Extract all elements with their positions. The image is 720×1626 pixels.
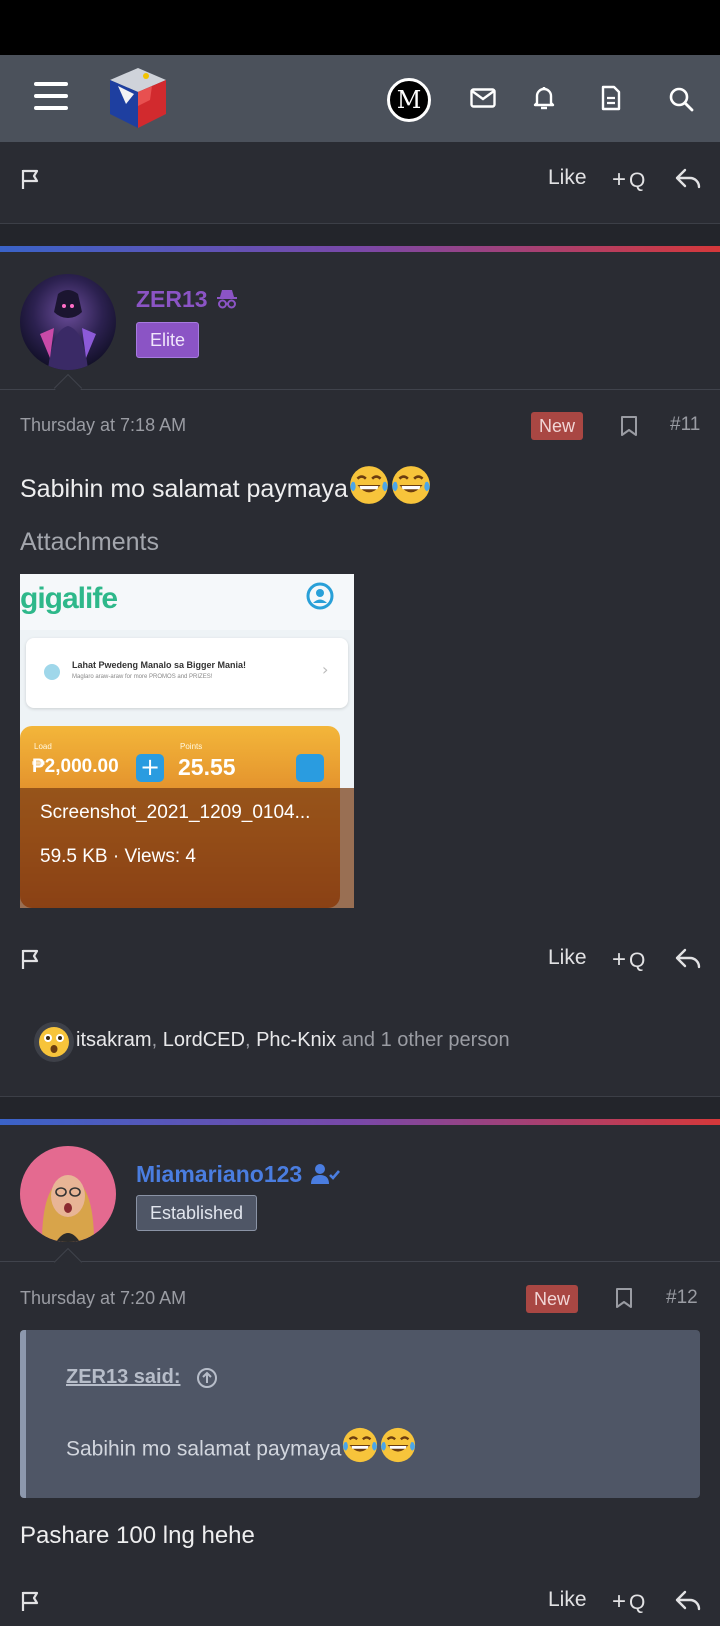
bookmark-icon[interactable]	[620, 415, 638, 437]
reply-icon[interactable]	[674, 1588, 702, 1614]
reaction-user[interactable]: LordCED	[163, 1029, 245, 1051]
quote-text: Sabihin mo salamat paymaya	[66, 1426, 417, 1464]
tears-of-joy-emoji	[379, 1426, 417, 1464]
post-separator	[0, 224, 720, 246]
tears-of-joy-emoji	[341, 1426, 379, 1464]
arrow-up-circle-icon[interactable]	[196, 1367, 218, 1389]
post-12-new-badge: New	[526, 1285, 579, 1313]
post-12-role-badge: Established	[136, 1195, 258, 1231]
thumb-points-value: 25.55	[178, 754, 236, 780]
mail-icon[interactable]	[470, 88, 496, 108]
zer13-avatar[interactable]	[20, 274, 116, 370]
gift-icon	[296, 754, 324, 782]
chevron-right-icon: ›	[322, 660, 329, 679]
post-12-number[interactable]: #12	[666, 1287, 698, 1309]
report-flag-icon[interactable]	[20, 168, 42, 190]
reply-icon[interactable]	[674, 946, 702, 972]
search-icon[interactable]	[668, 86, 694, 112]
tears-of-joy-emoji	[390, 464, 432, 506]
reaction-list: itsakram, LordCED, Phc-Knix and 1 other …	[76, 1029, 510, 1052]
thumb-promo-subtext: Maglaro araw-araw for more PROMOS and PR…	[72, 674, 213, 680]
quote-text-content: Sabihin mo salamat paymaya	[66, 1437, 342, 1461]
plus-icon: +	[136, 754, 164, 782]
thumb-app-name: gigalife	[20, 582, 118, 615]
thumb-promo-banner: Lahat Pwedeng Manalo sa Bigger Mania! Ma…	[26, 638, 348, 708]
status-bar	[0, 0, 720, 55]
post-11-username[interactable]: ZER13	[136, 286, 238, 313]
verified-user-icon	[310, 1164, 340, 1184]
bookmark-icon[interactable]	[615, 1287, 633, 1309]
multiquote-button[interactable]: + Q	[612, 1588, 645, 1616]
attachments-heading: Attachments	[20, 528, 159, 556]
post-11-role-badge: Elite	[136, 322, 200, 358]
tears-of-joy-emoji	[348, 464, 390, 506]
reply-icon[interactable]	[674, 166, 702, 192]
incognito-icon	[216, 290, 237, 309]
post-11-message-text: Sabihin mo salamat paymaya	[20, 474, 348, 503]
multiquote-label: Q	[629, 949, 646, 972]
post-12-actions: Like + Q	[0, 1578, 720, 1626]
like-button[interactable]: Like	[548, 166, 587, 190]
report-flag-icon[interactable]	[20, 948, 42, 970]
post-11-footer-border	[0, 1062, 720, 1097]
plus-icon: +	[612, 946, 627, 973]
trophy-icon	[44, 664, 60, 680]
post-11-message: Sabihin mo salamat paymaya	[20, 464, 432, 506]
reaction-user[interactable]: Phc-Knix	[256, 1029, 336, 1051]
post-separator	[0, 1097, 720, 1119]
reaction-others[interactable]: and 1 other person	[336, 1029, 510, 1051]
multiquote-button[interactable]: + Q	[612, 946, 645, 974]
plus-icon: +	[612, 1588, 627, 1615]
quote-block: ZER13 said: Sabihin mo salamat paymaya	[20, 1330, 700, 1498]
reaction-user[interactable]: itsakram	[76, 1029, 152, 1051]
attachment-filename[interactable]: Screenshot_2021_1209_0104...	[40, 802, 310, 824]
profile-icon	[306, 582, 334, 610]
post-11-date[interactable]: Thursday at 7:18 AM	[20, 415, 186, 436]
thumb-promo-text: Lahat Pwedeng Manalo sa Bigger Mania!	[72, 660, 247, 670]
multiquote-label: Q	[629, 169, 646, 192]
multiquote-button[interactable]: + Q	[612, 166, 645, 194]
reaction-separator: ,	[244, 1029, 257, 1051]
plus-icon: +	[612, 166, 627, 193]
post-11-number[interactable]: #11	[670, 414, 700, 436]
attachment-thumbnail[interactable]: gigalife Lahat Pwedeng Manalo sa Bigger …	[20, 574, 354, 908]
attachment-meta: 59.5 KB · Views: 4	[40, 846, 196, 867]
post-11-new-badge: New	[531, 412, 584, 440]
thumb-load-label: Load	[34, 742, 52, 751]
user-avatar[interactable]: M	[387, 78, 431, 122]
like-button[interactable]: Like	[548, 1588, 587, 1612]
reaction-separator: ,	[151, 1029, 163, 1051]
thumb-load-value: ₱2,000.00	[32, 756, 119, 777]
quote-author-link[interactable]: ZER13 said:	[66, 1366, 180, 1389]
hamburger-icon[interactable]	[34, 82, 68, 112]
multiquote-label: Q	[629, 1591, 646, 1614]
document-icon[interactable]	[600, 85, 622, 111]
previous-post-actions: Like + Q	[0, 156, 720, 204]
post-12-username[interactable]: Miamariano123	[136, 1161, 341, 1188]
miamariano123-avatar[interactable]	[20, 1146, 116, 1242]
post-12-message: Pashare 100 lng hehe	[20, 1522, 255, 1549]
thumb-points-label: Points	[180, 742, 203, 751]
like-button[interactable]: Like	[548, 946, 587, 970]
report-flag-icon[interactable]	[20, 1590, 42, 1612]
post-12-date[interactable]: Thursday at 7:20 AM	[20, 1288, 186, 1309]
site-logo[interactable]	[104, 64, 172, 132]
post-11-actions: Like + Q	[0, 936, 720, 984]
bell-icon[interactable]	[532, 85, 556, 111]
astonished-face-icon	[34, 1022, 74, 1062]
